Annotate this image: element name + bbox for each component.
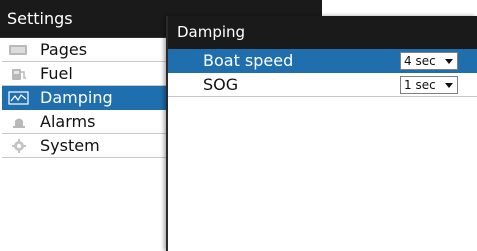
system-icon xyxy=(12,139,26,153)
boat-speed-value: 4 sec xyxy=(404,54,436,68)
screen: Settings Pages Fuel Damping Alarms Syste… xyxy=(0,0,477,251)
boat-speed-row[interactable]: Boat speed 4 sec xyxy=(168,49,477,73)
boat-speed-dropdown[interactable]: 4 sec xyxy=(400,52,458,70)
damping-dialog: Damping Boat speed 4 sec SOG 1 sec xyxy=(166,16,477,251)
sog-label: SOG xyxy=(203,75,239,94)
menu-item-label: Fuel xyxy=(40,64,73,83)
menu-item-label: System xyxy=(40,136,100,155)
chevron-down-icon xyxy=(445,59,453,64)
sog-value: 1 sec xyxy=(404,78,436,92)
alarms-icon xyxy=(13,118,25,128)
dialog-title: Damping xyxy=(168,16,477,49)
boat-speed-label: Boat speed xyxy=(203,51,294,70)
menu-item-label: Pages xyxy=(40,40,88,59)
pages-icon xyxy=(9,45,27,55)
menu-item-label: Damping xyxy=(40,88,113,107)
sog-dropdown[interactable]: 1 sec xyxy=(400,76,458,94)
fuel-icon xyxy=(12,69,26,80)
chevron-down-icon xyxy=(445,83,453,88)
sog-row[interactable]: SOG 1 sec xyxy=(168,73,477,97)
menu-item-label: Alarms xyxy=(40,112,96,131)
damping-icon xyxy=(8,91,29,105)
